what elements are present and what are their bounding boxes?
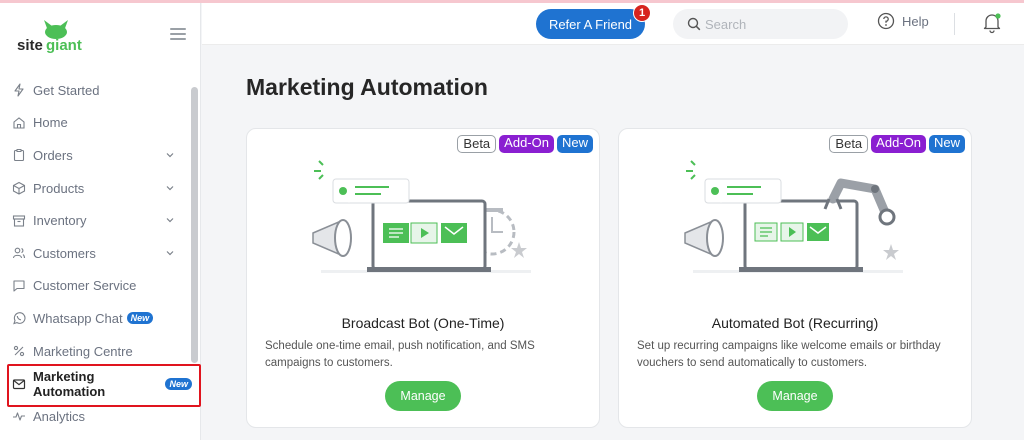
percent-icon [12,344,26,358]
sidebar-item-customer-service[interactable]: Customer Service [0,270,192,303]
sidebar-item-label: Marketing Centre [33,343,133,359]
hamburger-menu-icon[interactable] [170,28,186,42]
sitegiant-logo[interactable]: site giant [14,17,94,57]
archive-icon [12,214,26,228]
new-tag: New [556,135,593,153]
lightning-icon [12,83,26,97]
broadcast-illustration [312,160,531,273]
svg-text:giant: giant [46,37,82,54]
sidebar-item-inventory[interactable]: Inventory [0,204,192,237]
card-description: Set up recurring campaigns like welcome … [637,340,941,369]
manage-button[interactable]: Manage [757,381,833,411]
sidebar-item-label: Customers [33,245,96,261]
sidebar-item-orders[interactable]: Orders [0,139,192,172]
manage-button[interactable]: Manage [385,381,461,411]
sidebar-item-label: Customer Service [33,278,137,294]
sidebar-item-customers[interactable]: Customers [0,237,192,270]
chevron-down-icon[interactable] [165,215,175,225]
svg-text:site: site [17,37,43,54]
home-icon [12,116,26,130]
sidebar-item-products[interactable]: Products [0,172,192,205]
card-title: Automated Bot (Recurring) [711,315,879,331]
broadcast-bot-card: Beta Add-On New Broadcast Bot (One-Time)… [246,128,600,428]
sidebar-item-label: Home [33,115,68,131]
notification-bell-icon[interactable] [982,12,1002,39]
header-divider [954,13,955,35]
top-header: Refer A Friend 1 Help [202,3,1024,45]
sidebar-item-label: Whatsapp Chat [33,310,123,326]
highlight-box [7,364,201,407]
automation-illustration [684,160,903,273]
sidebar-item-label: Inventory [33,213,87,229]
sidebar-item-label: Products [33,180,85,196]
box-icon [12,181,26,195]
sidebar-item-marketing-centre[interactable]: Marketing Centre [0,335,192,368]
help-icon [877,12,895,30]
search-box[interactable] [673,9,848,39]
sidebar-item-whatsapp-chat[interactable]: Whatsapp Chat New [0,302,192,335]
refer-label: Refer A Friend [548,16,633,32]
help-label: Help [902,13,929,29]
chevron-down-icon[interactable] [165,150,175,160]
notification-count-badge: 1 [633,4,651,22]
sidebar-item-get-started[interactable]: Get Started [0,74,192,107]
search-input[interactable] [705,15,835,33]
clipboard-icon [12,148,26,162]
users-icon [12,246,26,260]
new-badge: New [126,312,154,325]
sidebar-item-label: Get Started [33,82,100,98]
sidebar-item-label: Orders [33,147,73,163]
page-title: Marketing Automation [246,74,488,100]
pulse-icon [12,409,26,423]
card-title: Broadcast Bot (One-Time) [341,315,505,331]
chevron-down-icon[interactable] [165,248,175,258]
whatsapp-icon [12,311,26,325]
card-description: Schedule one-time email, push notificati… [265,340,535,369]
chevron-down-icon[interactable] [165,183,175,193]
search-icon [687,17,701,31]
sidebar-item-home[interactable]: Home [0,107,192,140]
automated-bot-card: Beta Add-On New Automated Bot (Recurring… [618,128,972,428]
chat-icon [12,279,26,293]
refer-a-friend-button[interactable]: Refer A Friend [536,9,645,39]
sidebar-item-label: Analytics [33,408,86,424]
help-link[interactable]: Help [877,12,929,30]
sidebar-scrollbar[interactable] [191,87,198,363]
new-tag: New [928,135,965,153]
